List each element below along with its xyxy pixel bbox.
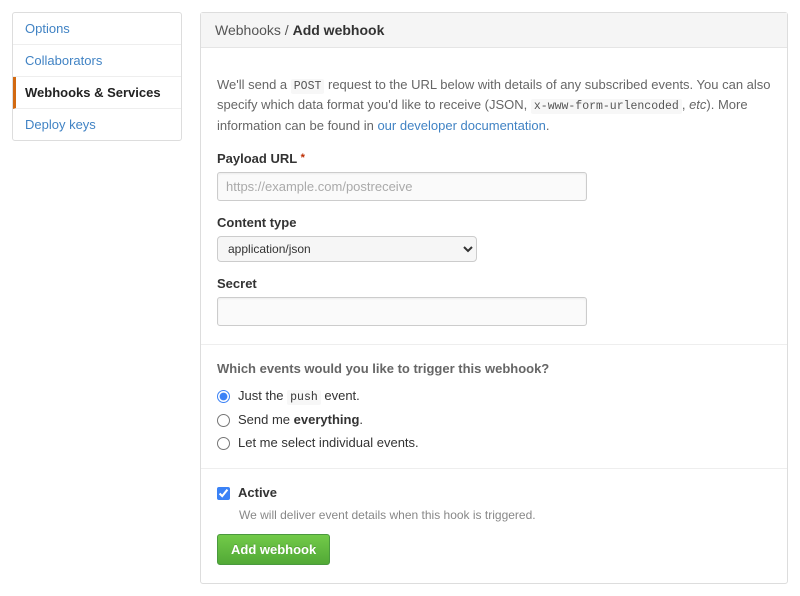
settings-sidebar: Options Collaborators Webhooks & Service…	[12, 12, 182, 584]
payload-url-input[interactable]	[217, 172, 587, 201]
events-radio-individual[interactable]	[217, 437, 230, 450]
content-type-label: Content type	[217, 215, 771, 230]
content-type-select[interactable]: application/json	[217, 236, 477, 262]
payload-url-label: Payload URL *	[217, 151, 771, 166]
events-radio-push-label: Just the push event.	[238, 388, 360, 404]
sidebar-item-collaborators[interactable]: Collaborators	[13, 45, 181, 77]
active-label: Active	[238, 485, 277, 500]
active-checkbox[interactable]	[217, 487, 230, 500]
add-webhook-button[interactable]: Add webhook	[217, 534, 330, 565]
events-radio-everything-label: Send me everything.	[238, 412, 363, 427]
active-hint: We will deliver event details when this …	[239, 508, 771, 522]
events-radio-everything[interactable]	[217, 414, 230, 427]
breadcrumb: Webhooks / Add webhook	[201, 13, 787, 48]
main-panel: Webhooks / Add webhook We'll send a POST…	[200, 12, 788, 584]
events-question: Which events would you like to trigger t…	[217, 361, 771, 376]
sidebar-item-options[interactable]: Options	[13, 13, 181, 45]
events-radio-individual-label: Let me select individual events.	[238, 435, 419, 450]
breadcrumb-current: Add webhook	[293, 22, 385, 38]
developer-docs-link[interactable]: our developer documentation	[377, 118, 545, 133]
sidebar-item-webhooks-services[interactable]: Webhooks & Services	[13, 77, 181, 109]
events-radio-push[interactable]	[217, 390, 230, 403]
breadcrumb-root[interactable]: Webhooks	[215, 22, 281, 38]
secret-input[interactable]	[217, 297, 587, 326]
sidebar-item-deploy-keys[interactable]: Deploy keys	[13, 109, 181, 140]
intro-text: We'll send a POST request to the URL bel…	[217, 75, 771, 135]
secret-label: Secret	[217, 276, 771, 291]
